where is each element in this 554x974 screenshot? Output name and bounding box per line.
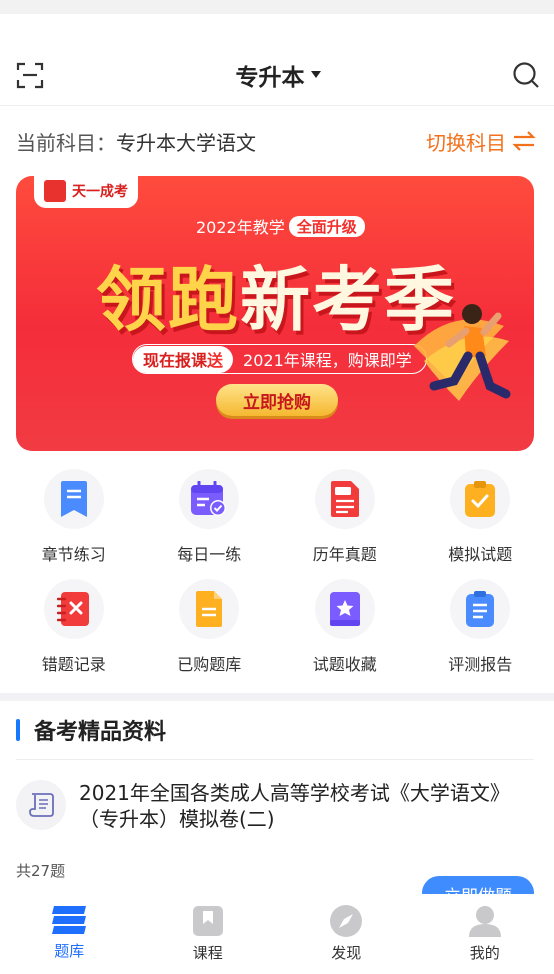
document-icon bbox=[196, 591, 223, 627]
search-button[interactable] bbox=[511, 60, 541, 90]
headline-part-a: 领跑 bbox=[96, 259, 240, 341]
tab-question-bank[interactable]: 题库 bbox=[0, 894, 139, 974]
switch-subject-label: 切换科目 bbox=[426, 130, 506, 155]
top-gap bbox=[0, 14, 554, 44]
feature-favorites[interactable]: 试题收藏 bbox=[277, 579, 413, 675]
feature-icon-bubble bbox=[43, 579, 104, 639]
feature-daily-practice[interactable]: 每日一练 bbox=[142, 469, 278, 565]
brand-mark-icon bbox=[44, 180, 66, 202]
top-nav: 专升本 bbox=[0, 44, 554, 106]
feature-icon-bubble bbox=[43, 469, 104, 529]
feature-label: 错题记录 bbox=[41, 655, 106, 674]
status-bar bbox=[0, 0, 554, 14]
scroll-icon-bubble bbox=[16, 780, 66, 830]
feature-icon-bubble bbox=[314, 469, 375, 529]
tab-label: 题库 bbox=[54, 942, 85, 960]
brand-logo: 天一成考 bbox=[34, 176, 138, 208]
material-title: 2021年全国各类成人高等学校考试《大学语文》（专升本）模拟卷(二) bbox=[79, 781, 510, 831]
scan-button[interactable] bbox=[15, 60, 45, 90]
feature-label: 章节练习 bbox=[41, 545, 106, 564]
feature-label: 已购题库 bbox=[177, 655, 242, 674]
current-subject-label: 当前科目： bbox=[16, 130, 116, 155]
wrong-notebook-icon bbox=[56, 592, 89, 626]
chevron-down-icon bbox=[310, 71, 321, 78]
buy-now-button[interactable]: 立即抢购 bbox=[216, 384, 338, 416]
section-accent-bar bbox=[16, 719, 20, 741]
tab-courses[interactable]: 课程 bbox=[139, 894, 278, 974]
feature-icon-bubble bbox=[314, 579, 375, 639]
feature-label: 每日一练 bbox=[177, 545, 242, 564]
scan-icon bbox=[16, 62, 44, 88]
clipboard-check-icon bbox=[465, 481, 496, 517]
feature-icon-bubble bbox=[179, 579, 240, 639]
promo-highlight: 送 bbox=[207, 351, 224, 370]
subject-row: 当前科目：专升本大学语文 切换科目 bbox=[0, 106, 554, 176]
exam-type-selector[interactable]: 专升本 bbox=[236, 58, 321, 92]
tab-profile[interactable]: 我的 bbox=[416, 894, 554, 974]
tab-label: 发现 bbox=[331, 944, 362, 962]
page-title: 专升本 bbox=[235, 64, 305, 91]
feature-purchased-banks[interactable]: 已购题库 bbox=[142, 579, 278, 675]
exam-paper-icon bbox=[330, 481, 359, 517]
switch-subject-button[interactable]: 切换科目 bbox=[426, 127, 536, 156]
feature-past-papers[interactable]: 历年真题 bbox=[277, 469, 413, 565]
feature-assessment-report[interactable]: 评测报告 bbox=[413, 579, 549, 675]
feature-icon-bubble bbox=[179, 469, 240, 529]
material-meta: 共27题 立即做题 bbox=[0, 832, 554, 910]
promo-suffix: 2021年课程，购课即学 bbox=[243, 351, 412, 370]
runner-illustration bbox=[414, 304, 511, 401]
swap-arrows-icon bbox=[512, 131, 536, 151]
feature-label: 历年真题 bbox=[312, 545, 377, 564]
promo-banner[interactable]: 天一成考 2022年教学 全面升级 领跑新考季 现在报课送 2021年课程，购课… bbox=[16, 176, 534, 451]
section-title: 备考精品资料 bbox=[34, 720, 167, 745]
banner-tagline: 2022年教学 全面升级 bbox=[196, 214, 365, 238]
brand-name: 天一成考 bbox=[72, 184, 128, 200]
bottom-tab-bar: 题库 课程 发现 我的 bbox=[0, 894, 554, 974]
feature-label: 模拟试题 bbox=[448, 545, 513, 564]
report-icon bbox=[466, 591, 495, 627]
material-item[interactable]: 2021年全国各类成人高等学校考试《大学语文》（专升本）模拟卷(二) bbox=[0, 760, 554, 832]
feature-grid: 章节练习 每日一练 历年真题 模拟试题 错题记录 已购题库 试题收藏 评测报告 bbox=[0, 451, 554, 675]
section-divider bbox=[0, 693, 554, 701]
tab-label: 课程 bbox=[192, 944, 223, 962]
calendar-icon bbox=[191, 481, 227, 516]
feature-mock-tests[interactable]: 模拟试题 bbox=[413, 469, 549, 565]
compass-icon bbox=[330, 905, 363, 937]
banner-promo: 现在报课送 2021年课程，购课即学 bbox=[132, 344, 427, 374]
current-subject-value: 专升本大学语文 bbox=[116, 130, 256, 155]
feature-chapter-practice[interactable]: 章节练习 bbox=[6, 469, 142, 565]
current-subject: 当前科目：专升本大学语文 bbox=[16, 127, 256, 156]
tagline-text: 2022年教学 bbox=[196, 218, 285, 237]
tagline-pill: 全面升级 bbox=[288, 215, 365, 237]
search-icon bbox=[513, 61, 539, 88]
tab-discover[interactable]: 发现 bbox=[277, 894, 416, 974]
promo-prefix: 现在报课送 bbox=[133, 345, 234, 373]
feature-label: 评测报告 bbox=[448, 655, 513, 674]
promo-prefix-text: 现在报课 bbox=[143, 351, 208, 370]
tab-label: 我的 bbox=[469, 944, 500, 962]
course-bookmark-icon bbox=[192, 906, 223, 936]
question-bank-icon bbox=[52, 906, 87, 934]
star-folder-icon bbox=[329, 592, 360, 626]
feature-wrong-answers[interactable]: 错题记录 bbox=[6, 579, 142, 675]
user-icon bbox=[468, 906, 501, 937]
question-count: 共27题 bbox=[16, 862, 66, 880]
feature-label: 试题收藏 bbox=[312, 655, 377, 674]
bookmark-icon bbox=[60, 481, 87, 517]
feature-icon-bubble bbox=[450, 579, 511, 639]
section-header: 备考精品资料 bbox=[0, 701, 554, 759]
feature-icon-bubble bbox=[450, 469, 511, 529]
scroll-icon bbox=[29, 793, 54, 817]
